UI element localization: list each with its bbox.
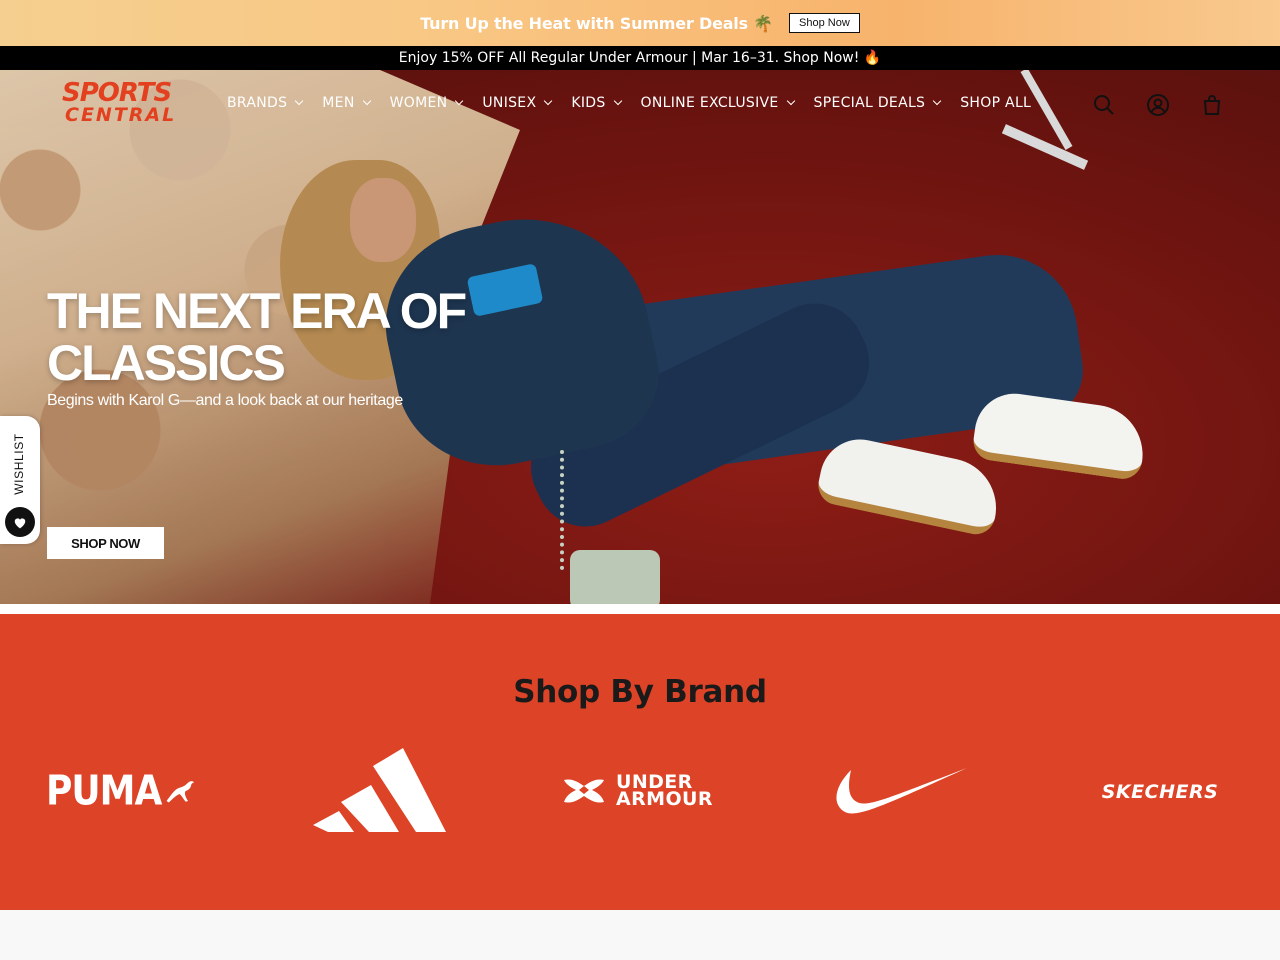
chevron-down-icon (786, 96, 795, 106)
logo-line-2: CENTRAL (65, 104, 177, 126)
hero-image-face (350, 178, 416, 262)
nav-item-special-deals[interactable]: SPECIAL DEALS (813, 95, 942, 111)
main-nav: BRANDS MEN WOMEN UNISEX KIDS ONLINE EXCL… (227, 95, 1051, 111)
hero-subtitle: Begins with Karol G—and a look back at o… (47, 392, 403, 409)
hero-title: THE NEXT ERA OF CLASSICS (47, 283, 467, 391)
hero-image-phone (570, 550, 660, 604)
chevron-down-icon (362, 96, 371, 106)
nav-label: SHOP ALL (960, 95, 1032, 111)
hero-title-line-1: THE NEXT ERA OF (47, 283, 467, 339)
brand-nike-logo[interactable] (833, 764, 967, 816)
wishlist-label: WISHLIST (12, 433, 26, 495)
site-header: SPORTS CENTRAL BRANDS MEN WOMEN UNISEX K… (0, 70, 1280, 140)
nav-item-shop-all[interactable]: SHOP ALL (960, 95, 1031, 111)
chevron-down-icon (455, 96, 464, 106)
nav-label: UNISEX (482, 95, 537, 111)
brand-adidas-logo[interactable] (313, 748, 447, 834)
promo-text: Turn Up the Heat with Summer Deals 🌴 (420, 13, 774, 33)
nav-item-unisex[interactable]: UNISEX (482, 95, 553, 111)
under-armour-wordmark: UNDER ARMOUR (616, 773, 713, 810)
under-armour-line-2: ARMOUR (616, 788, 713, 810)
nav-label: SPECIAL DEALS (813, 95, 926, 111)
heart-icon[interactable] (5, 507, 35, 537)
hero-image-shoe-right (970, 388, 1150, 482)
next-section (0, 910, 1280, 960)
skechers-wordmark: SKECHERS (1101, 781, 1219, 803)
shop-by-brand-title: Shop By Brand (513, 674, 767, 710)
nav-item-men[interactable]: MEN (322, 95, 371, 111)
nav-item-women[interactable]: WOMEN (389, 95, 464, 111)
cart-icon[interactable] (1200, 93, 1224, 117)
nav-label: WOMEN (389, 95, 448, 111)
wishlist-tab[interactable]: WISHLIST (0, 416, 40, 544)
nav-label: BRANDS (227, 95, 288, 111)
promo-shop-now-button[interactable]: Shop Now (789, 13, 860, 33)
announcement-text[interactable]: Enjoy 15% OFF All Regular Under Armour |… (399, 50, 881, 66)
account-icon[interactable] (1146, 93, 1170, 117)
nav-item-online-exclusive[interactable]: ONLINE EXCLUSIVE (640, 95, 795, 111)
chevron-down-icon (544, 96, 553, 106)
promo-bar: Turn Up the Heat with Summer Deals 🌴 Sho… (0, 0, 1280, 46)
hero-shop-now-button[interactable]: SHOP NOW (47, 527, 164, 559)
logo-line-1: SPORTS (62, 78, 172, 108)
puma-cat-icon (166, 781, 195, 803)
nav-item-kids[interactable]: KIDS (571, 95, 622, 111)
chevron-down-icon (295, 96, 304, 106)
nav-label: ONLINE EXCLUSIVE (640, 95, 779, 111)
search-icon[interactable] (1092, 93, 1116, 117)
under-armour-mark-icon (564, 779, 604, 803)
nav-label: KIDS (571, 95, 606, 111)
puma-wordmark: PUMA (46, 767, 162, 815)
adidas-stripes-icon (313, 748, 446, 832)
sports-central-logo[interactable]: SPORTS CENTRAL (62, 78, 186, 128)
hero-banner[interactable]: THE NEXT ERA OF CLASSICS Begins with Kar… (0, 70, 1280, 604)
shop-by-brand-section: Shop By Brand PUMA UNDER ARMOUR SKECHERS (0, 614, 1280, 910)
brand-skechers-logo[interactable]: SKECHERS (1086, 778, 1234, 806)
brand-under-armour-logo[interactable]: UNDER ARMOUR (562, 773, 718, 810)
section-divider (0, 604, 1280, 614)
announcement-bar[interactable]: Enjoy 15% OFF All Regular Under Armour |… (0, 46, 1280, 70)
nav-item-brands[interactable]: BRANDS (227, 95, 304, 111)
brand-puma-logo[interactable]: PUMA (46, 767, 196, 815)
hero-title-line-2: CLASSICS (47, 335, 286, 391)
nike-swoosh-icon (836, 768, 967, 814)
chevron-down-icon (932, 96, 942, 106)
nav-label: MEN (322, 95, 355, 111)
chevron-down-icon (613, 96, 622, 106)
